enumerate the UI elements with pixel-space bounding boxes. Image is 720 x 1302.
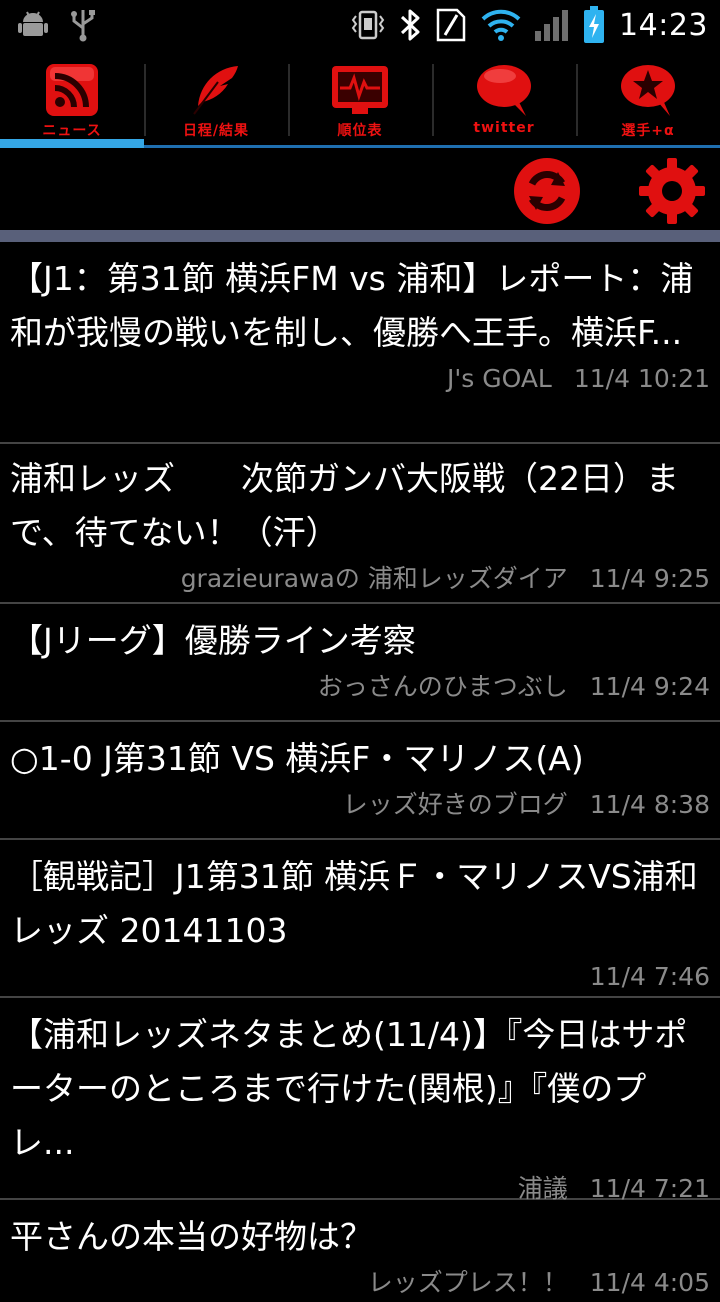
tab-twitter[interactable]: twitter <box>432 52 576 148</box>
item-meta: grazieurawaの 浦和レッズダイア 11/4 9:25 <box>10 560 710 598</box>
item-title: 【Jリーグ】優勝ライン考察 <box>10 621 416 660</box>
item-time: 11/4 8:38 <box>589 790 710 819</box>
separator-bar <box>0 230 720 242</box>
list-item[interactable]: ○1-0 J第31節 VS 横浜F・マリノス(A) レッズ好きのブログ 11/4 … <box>0 722 720 840</box>
item-title: 浦和レッズ 次節ガンバ大阪戦（22日）まで、待てない！（汗） <box>10 459 679 552</box>
monitor-pulse-icon <box>332 66 388 114</box>
item-source: おっさんのひまつぶし <box>317 672 568 701</box>
gear-icon[interactable] <box>637 156 707 226</box>
tab-label: 日程/結果 <box>182 123 250 139</box>
tab-players[interactable]: 選手+α <box>576 52 720 148</box>
tab-schedule-results[interactable]: 日程/結果 <box>144 52 288 148</box>
item-title: 平さんの本当の好物は？ <box>10 1217 373 1256</box>
bluetooth-icon <box>401 9 420 41</box>
status-bar: 14:23 <box>0 0 720 50</box>
speech-bubble-icon <box>477 65 531 116</box>
item-title: ［観戦記］J1第31節 横浜Ｆ・マリノスVS浦和レッズ 20141103 <box>10 857 698 950</box>
clock-time: 14:23 <box>619 7 708 43</box>
nfc-sim-icon <box>436 8 466 42</box>
item-source: レッズ好きのブログ <box>342 790 568 819</box>
item-meta: レッズプレス！！ 11/4 4:05 <box>10 1264 710 1302</box>
item-source: 浦議 <box>517 1174 568 1203</box>
item-time: 11/4 10:21 <box>573 364 710 393</box>
usb-icon <box>71 10 95 42</box>
item-source: grazieurawaの 浦和レッズダイア <box>180 564 568 593</box>
list-item[interactable]: ［観戦記］J1第31節 横浜Ｆ・マリノスVS浦和レッズ 20141103 11/… <box>0 840 720 998</box>
feather-icon <box>193 66 238 115</box>
news-list: 【J1：第31節 横浜FM vs 浦和】レポート：浦和が我慢の戦いを制し、優勝へ… <box>0 242 720 1300</box>
signal-icon <box>535 10 569 41</box>
list-item[interactable]: 浦和レッズ 次節ガンバ大阪戦（22日）まで、待てない！（汗） grazieura… <box>0 444 720 604</box>
item-time: 11/4 7:46 <box>589 962 710 991</box>
item-title: ○1-0 J第31節 VS 横浜F・マリノス(A) <box>10 739 584 778</box>
action-row <box>0 148 720 230</box>
tab-label: 選手+α <box>621 123 675 139</box>
android-debug-icon <box>18 11 48 36</box>
battery-charging-icon <box>584 6 605 43</box>
tab-standings[interactable]: 順位表 <box>288 52 432 148</box>
item-source: J's GOAL <box>447 364 552 393</box>
item-meta: レッズ好きのブログ 11/4 8:38 <box>10 786 710 824</box>
item-title: 【J1：第31節 横浜FM vs 浦和】レポート：浦和が我慢の戦いを制し、優勝へ… <box>10 259 694 352</box>
tab-bar: ニュース 日程/結果 順位表 twitter 選手+α <box>0 52 720 148</box>
list-item[interactable]: 【J1：第31節 横浜FM vs 浦和】レポート：浦和が我慢の戦いを制し、優勝へ… <box>0 242 720 444</box>
tab-label: twitter <box>473 120 535 136</box>
rss-icon <box>46 64 98 116</box>
item-meta: 11/4 7:46 <box>10 958 710 996</box>
wifi-icon <box>481 9 521 41</box>
item-meta: おっさんのひまつぶし 11/4 9:24 <box>10 668 710 706</box>
vibrate-icon <box>351 10 385 40</box>
item-title: 【浦和レッズネタまとめ(11/4)】『今日はサポーターのところまで行けた(関根)… <box>10 1015 688 1162</box>
list-item[interactable]: 【浦和レッズネタまとめ(11/4)】『今日はサポーターのところまで行けた(関根)… <box>0 998 720 1203</box>
item-time: 11/4 9:25 <box>589 564 710 593</box>
item-time: 11/4 7:21 <box>589 1174 710 1203</box>
item-meta: J's GOAL 11/4 10:21 <box>10 360 710 398</box>
tab-label: ニュース <box>42 123 102 139</box>
star-bubble-icon <box>621 65 675 116</box>
list-item[interactable]: 平さんの本当の好物は？ レッズプレス！！ 11/4 4:05 <box>0 1200 720 1300</box>
item-source: レッズプレス！！ <box>367 1268 568 1297</box>
list-item[interactable]: 【Jリーグ】優勝ライン考察 おっさんのひまつぶし 11/4 9:24 <box>0 604 720 722</box>
item-time: 11/4 9:24 <box>589 672 710 701</box>
refresh-icon[interactable] <box>512 156 582 226</box>
tab-label: 順位表 <box>337 123 383 139</box>
item-time: 11/4 4:05 <box>589 1268 710 1297</box>
tab-news[interactable]: ニュース <box>0 52 144 148</box>
tab-indicator <box>0 139 144 148</box>
